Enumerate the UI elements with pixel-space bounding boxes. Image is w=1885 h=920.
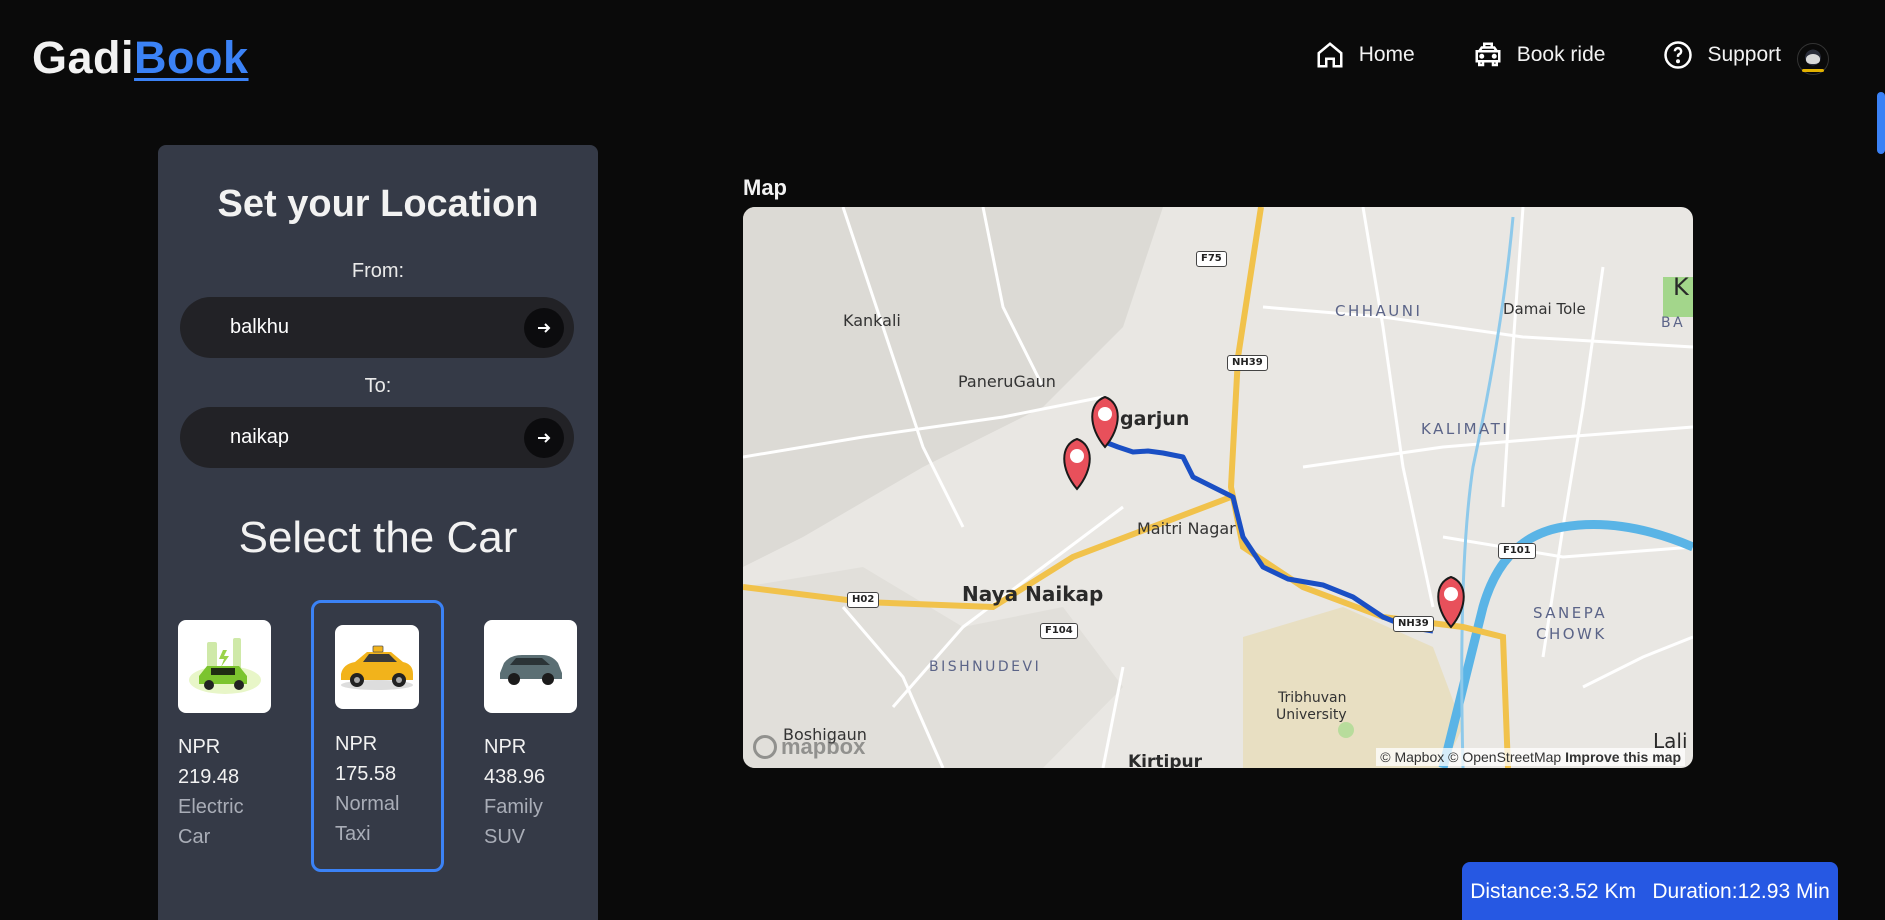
map-pin-origin[interactable] [1091, 395, 1119, 449]
app-root: GadiBook Home Book ride Support Set your… [0, 0, 1885, 920]
map-attribution: © Mapbox © OpenStreetMap Improve this ma… [1376, 748, 1685, 766]
trip-distance: Distance:3.52 Km [1470, 880, 1636, 903]
map-title: Map [743, 175, 787, 200]
to-label: To: [364, 375, 392, 397]
to-field [180, 407, 574, 468]
suv-car-icon [499, 654, 562, 685]
booking-panel: Set your Location From: To: Select the C… [158, 145, 598, 920]
panel-title: Set your Location [217, 183, 539, 225]
taxi-car-price: NPR 175.58 [335, 733, 397, 785]
nav-home-label: Home [1358, 43, 1415, 66]
map-canvas[interactable] [743, 207, 1693, 768]
trip-info-bar: Distance:3.52 Km Duration:12.93 Min [1462, 862, 1838, 920]
map-terrain-hills [743, 207, 1163, 567]
road-shield-nh39-south: NH39 [1393, 616, 1434, 632]
map-pin-waypoint[interactable] [1063, 437, 1091, 491]
route-map[interactable]: Kankali CHHAUNI Damai Tole PaneruGaun ga… [743, 207, 1693, 768]
map-label-bishnudevi: BISHNUDEVI [929, 659, 1042, 675]
map-label-kalimati: KALIMATI [1421, 420, 1510, 438]
map-label-kirtipur: Kirtipur [1128, 752, 1202, 768]
mapbox-logo-text: mapbox [781, 734, 866, 759]
map-label-maitri-nagar: Maitri Nagar [1137, 519, 1236, 538]
avatar-glyph [1806, 54, 1820, 64]
taxi-car-icon [341, 645, 413, 690]
car-option-suv[interactable]: NPR 438.96 Family SUV [484, 620, 584, 860]
app-logo[interactable]: GadiBook [32, 32, 249, 84]
suv-car-image [484, 620, 577, 713]
arrow-right-icon [538, 323, 551, 333]
road-shield-f104: F104 [1040, 623, 1078, 639]
electric-car-name: Electric Car [178, 796, 244, 848]
nav-support-label: Support [1707, 43, 1781, 66]
from-label: From: [351, 260, 405, 282]
electric-car-price: NPR 219.48 [178, 736, 240, 788]
suv-car-name: Family SUV [484, 796, 543, 848]
nav-home[interactable]: Home [1315, 40, 1415, 70]
suv-car-price: NPR 438.96 [484, 736, 546, 788]
trip-duration: Duration:12.93 Min [1652, 880, 1830, 903]
map-label-ba-edge: BA [1661, 315, 1686, 331]
to-submit-button[interactable] [524, 418, 564, 458]
mapbox-logo-mark [753, 735, 777, 759]
map-attribution-text[interactable]: © Mapbox © OpenStreetMap [1380, 749, 1561, 765]
map-label-naya-naikap: Naya Naikap [962, 582, 1104, 606]
road-shield-h02: H02 [847, 592, 880, 608]
to-input[interactable] [230, 407, 510, 468]
logo-part-book: Book [134, 32, 249, 83]
help-circle-icon [1664, 41, 1693, 69]
nav-support[interactable]: Support [1663, 40, 1781, 70]
map-label-sanepa: SANEPA [1533, 604, 1608, 622]
car-option-electric[interactable]: NPR 219.48 Electric Car [178, 620, 278, 860]
nav-book-ride-label: Book ride [1516, 43, 1606, 66]
car-section-title: Select the Car [238, 513, 518, 562]
map-label-tribhuvan: Tribhuvan [1278, 690, 1347, 706]
avatar-accent [1802, 69, 1824, 72]
road-shield-f101: F101 [1498, 543, 1536, 559]
top-nav: Home Book ride Support [1257, 40, 1781, 70]
taxi-car-image [335, 625, 419, 709]
from-field [180, 297, 574, 358]
map-label-university: University [1276, 707, 1347, 723]
road-shield-nh39: NH39 [1227, 355, 1268, 371]
logo-part-gadi: Gadi [32, 32, 135, 83]
from-input[interactable] [230, 297, 510, 358]
user-avatar[interactable] [1797, 43, 1829, 75]
mapbox-logo[interactable]: mapbox [753, 734, 865, 760]
road-shield-f75: F75 [1196, 251, 1227, 267]
map-label-k-edge: K [1673, 273, 1689, 301]
map-label-nagarjun: garjun [1120, 408, 1190, 430]
page-scrollbar-thumb[interactable] [1877, 92, 1885, 154]
map-label-kankali: Kankali [843, 311, 901, 330]
map-label-damai-tole: Damai Tole [1503, 300, 1586, 318]
home-icon [1317, 42, 1343, 68]
improve-map-link[interactable]: Improve this map [1565, 749, 1681, 765]
electric-car-icon [188, 637, 261, 694]
map-label-chowk: CHOWK [1536, 625, 1607, 643]
car-option-taxi[interactable]: NPR 175.58 Normal Taxi [311, 600, 444, 872]
map-park [1338, 722, 1354, 738]
nav-book-ride[interactable]: Book ride [1473, 40, 1606, 70]
map-label-chhauni: CHHAUNI [1335, 302, 1423, 320]
map-label-paneru-gaun: PaneruGaun [958, 372, 1056, 391]
map-pin-destination[interactable] [1437, 575, 1465, 629]
taxi-car-name: Normal Taxi [335, 793, 400, 845]
electric-car-image [178, 620, 271, 713]
car-front-icon [1475, 42, 1501, 67]
from-submit-button[interactable] [524, 308, 564, 348]
arrow-right-icon [538, 433, 551, 443]
